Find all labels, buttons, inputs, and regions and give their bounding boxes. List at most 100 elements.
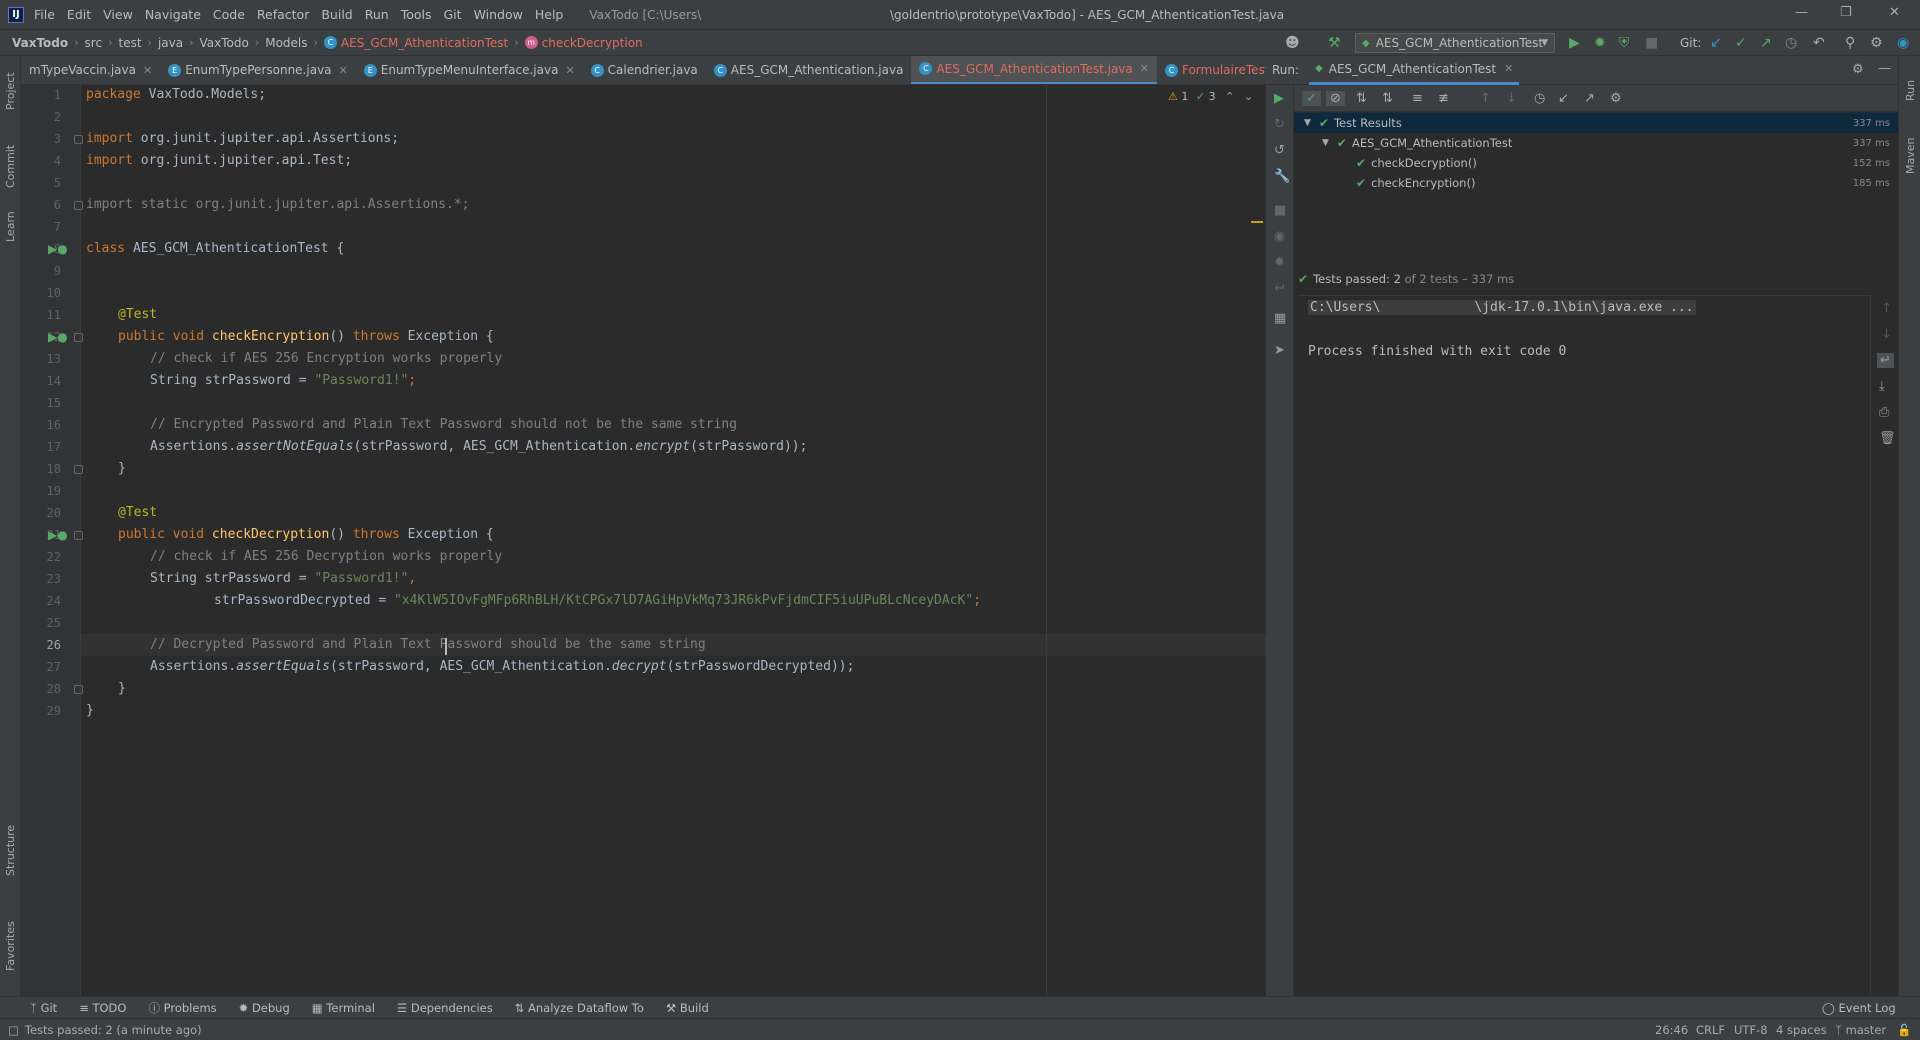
tab-aes-gcm-athentication-test[interactable]: C AES_GCM_AthenticationTest.java ✕ — [911, 56, 1157, 84]
arrow-down-icon[interactable]: ↓ — [1881, 327, 1892, 342]
menu-tools[interactable]: Tools — [401, 7, 432, 22]
minimize-icon[interactable]: — — [1795, 5, 1808, 20]
rerun-icon[interactable]: ▶ — [1274, 91, 1284, 106]
user-icon[interactable]: ☻ — [1285, 35, 1300, 51]
run-test-gutter-icon[interactable]: ▶● — [48, 330, 68, 344]
menu-help[interactable]: Help — [535, 7, 564, 22]
console-command-line[interactable]: C:\Users\ \jdk-17.0.1\bin\java.exe ... — [1308, 300, 1696, 315]
breadcrumb-class[interactable]: AES_GCM_AthenticationTest — [341, 36, 508, 50]
show-passed-icon[interactable]: ✓ — [1302, 91, 1321, 106]
git-commit-icon[interactable]: ✓ — [1735, 35, 1747, 51]
arrow-down-icon[interactable]: ↓ — [1506, 91, 1517, 106]
build-hammer-icon[interactable]: ⚒ — [1328, 35, 1341, 51]
favorites-tool-tab[interactable]: Favorites — [4, 921, 17, 971]
breadcrumb-method[interactable]: checkDecryption — [542, 36, 643, 50]
menu-window[interactable]: Window — [474, 7, 523, 22]
debug-bug-icon[interactable]: ✹ — [1274, 255, 1285, 270]
collapse-all-icon[interactable]: ≢ — [1438, 91, 1449, 106]
menu-build[interactable]: Build — [321, 7, 352, 22]
history-icon[interactable]: ◷ — [1785, 35, 1797, 51]
run-tab[interactable]: ◆ AES_GCM_AthenticationTest ✕ — [1309, 56, 1520, 85]
menu-view[interactable]: View — [103, 7, 133, 22]
soft-wrap-icon[interactable]: ↵ — [1877, 353, 1894, 368]
rerun-failed-icon[interactable]: ↻ — [1274, 117, 1285, 132]
status-toggle-icon[interactable]: □ — [8, 1023, 19, 1037]
tree-item-check-decryption[interactable]: ✔ checkDecryption() 152 ms — [1294, 153, 1898, 173]
scroll-to-end-icon[interactable]: ⤓ — [1879, 379, 1885, 394]
run-class-gutter-icon[interactable]: ▶● — [48, 242, 68, 256]
camera-icon[interactable]: ◉ — [1274, 229, 1285, 244]
export-tests-icon[interactable]: ↗ — [1584, 91, 1595, 106]
analyze-dataflow-tool-button[interactable]: ⇅ Analyze Dataflow To — [515, 1001, 644, 1015]
todo-tool-button[interactable]: ≡ TODO — [79, 1001, 126, 1015]
run-icon[interactable]: ▶ — [1569, 35, 1580, 51]
tab-enum-type-vaccin[interactable]: mTypeVaccin.java ✕ — [21, 56, 160, 84]
close-tab-icon[interactable]: ✕ — [339, 64, 348, 77]
breadcrumb-vaxtodo[interactable]: VaxTodo — [200, 36, 249, 50]
trash-icon[interactable]: 🗑 — [1879, 431, 1896, 446]
tab-formulaire-test[interactable]: CFormulaireTest.java✕ — [1157, 56, 1266, 84]
breadcrumb-src[interactable]: src — [85, 36, 103, 50]
tab-enum-type-personne[interactable]: E EnumTypePersonne.java ✕ — [160, 56, 356, 84]
structure-tool-tab[interactable]: Structure — [4, 825, 17, 876]
project-tool-tab[interactable]: Project — [4, 72, 17, 110]
rollback-icon[interactable]: ↶ — [1813, 35, 1825, 51]
show-ignored-icon[interactable]: ⊘ — [1326, 91, 1345, 106]
dependencies-tool-button[interactable]: ☰ Dependencies — [397, 1001, 493, 1015]
close-tab-icon[interactable]: ✕ — [143, 64, 152, 77]
exit-icon[interactable]: ↩ — [1274, 281, 1285, 296]
menu-code[interactable]: Code — [213, 7, 245, 22]
scroll-warning-marker[interactable] — [1251, 221, 1263, 223]
tab-calendrier[interactable]: C Calendrier.java — [583, 56, 706, 84]
intellij-logo-icon[interactable]: IJ — [8, 6, 24, 23]
event-log-button[interactable]: ◯ Event Log — [1822, 1001, 1896, 1015]
layout-icon[interactable]: ▦ — [1274, 311, 1286, 326]
breadcrumb-project[interactable]: VaxTodo — [12, 36, 68, 50]
problems-tool-button[interactable]: ⓘ Problems — [148, 1000, 216, 1016]
pin-icon[interactable]: ➤ — [1274, 343, 1285, 358]
status-message[interactable]: Tests passed: 2 (a minute ago) — [25, 1023, 202, 1037]
close-icon[interactable]: ✕ — [1889, 5, 1900, 20]
close-tab-icon[interactable]: ✕ — [1140, 62, 1149, 75]
inspection-widget[interactable]: ⚠ 1 ✓ 3 ⌃ ⌄ — [1168, 90, 1253, 103]
debug-icon[interactable]: ✹ — [1594, 35, 1606, 51]
lock-icon[interactable]: 🔓 — [1897, 1023, 1911, 1037]
fold-icon[interactable] — [74, 135, 83, 144]
run-test-gutter-icon[interactable]: ▶● — [48, 528, 68, 542]
tab-enum-type-menu-interface[interactable]: E EnumTypeMenuInterface.java ✕ — [356, 56, 583, 84]
menu-run[interactable]: Run — [365, 7, 389, 22]
menu-edit[interactable]: Edit — [67, 7, 91, 22]
debug-tool-button[interactable]: ✹ Debug — [239, 1001, 290, 1015]
git-tool-button[interactable]: ᛉ Git — [30, 1001, 57, 1015]
chevron-up-icon[interactable]: ⌃ — [1225, 90, 1234, 103]
toggle-auto-test-icon[interactable]: ↺ — [1274, 143, 1285, 158]
cursor-position[interactable]: 26:46 — [1655, 1023, 1688, 1037]
sort-duration-icon[interactable]: ⇅ — [1382, 91, 1393, 106]
menu-refactor[interactable]: Refactor — [257, 7, 309, 22]
learn-tool-tab[interactable]: Learn — [4, 211, 17, 242]
search-icon[interactable]: ⚲ — [1845, 35, 1855, 51]
git-push-icon[interactable]: ↗ — [1760, 35, 1772, 51]
fold-icon[interactable] — [74, 685, 83, 694]
plugin-icon[interactable]: ◉ — [1897, 35, 1909, 51]
line-separator[interactable]: CRLF — [1696, 1023, 1725, 1037]
settings-gear-icon[interactable]: ⚙ — [1610, 91, 1622, 106]
menu-file[interactable]: File — [34, 7, 55, 22]
maven-tool-tab[interactable]: Maven — [1904, 138, 1917, 174]
close-tab-icon[interactable]: ✕ — [565, 64, 574, 77]
tree-item-check-encryption[interactable]: ✔ checkEncryption() 185 ms — [1294, 173, 1898, 193]
run-configuration-select[interactable]: ◆ AES_GCM_AthenticationTest ▼ — [1355, 33, 1555, 53]
menu-git[interactable]: Git — [444, 7, 462, 22]
terminal-tool-button[interactable]: ▦ Terminal — [312, 1001, 375, 1015]
tree-item-test-class[interactable]: ▼ ✔ AES_GCM_AthenticationTest 337 ms — [1294, 133, 1898, 153]
menu-navigate[interactable]: Navigate — [145, 7, 201, 22]
breadcrumb-test[interactable]: test — [118, 36, 141, 50]
expand-all-icon[interactable]: ≡ — [1412, 91, 1423, 106]
file-encoding[interactable]: UTF-8 — [1734, 1023, 1768, 1037]
console-output[interactable] — [1298, 295, 1870, 995]
coverage-icon[interactable]: ⛨ — [1619, 35, 1630, 51]
fold-icon[interactable] — [74, 465, 83, 474]
stop-icon[interactable]: ■ — [1645, 35, 1658, 51]
hide-panel-icon[interactable]: — — [1878, 61, 1891, 76]
arrow-up-icon[interactable]: ↑ — [1881, 301, 1892, 316]
